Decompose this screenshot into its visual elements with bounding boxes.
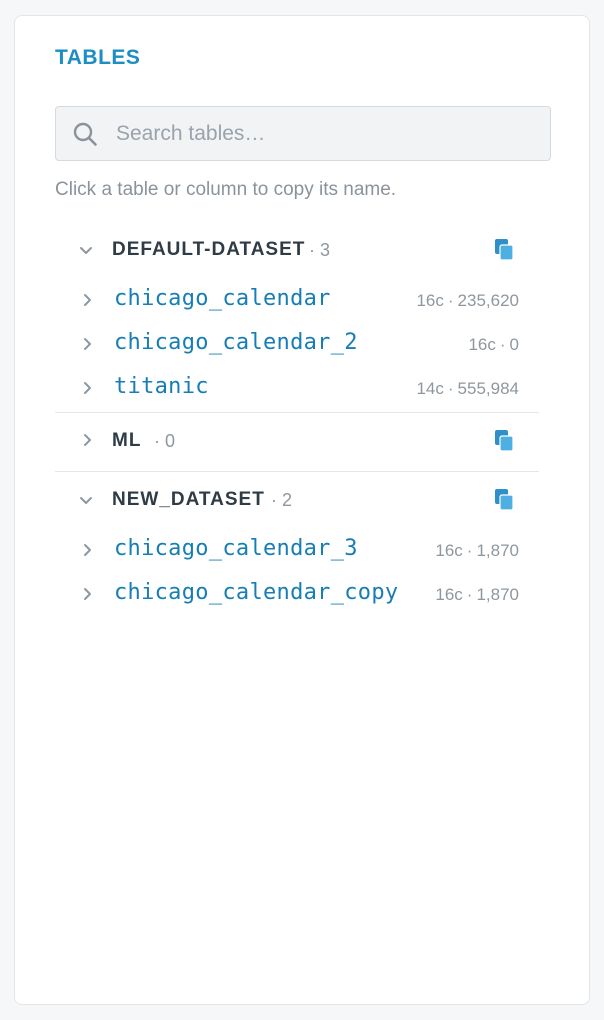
table-name[interactable]: chicago_calendar_3 (114, 536, 358, 561)
chevron-right-icon[interactable] (81, 337, 95, 351)
dataset-row-ml[interactable]: ML · 0 (55, 420, 539, 464)
dataset-name: NEW_DATASET (112, 489, 265, 510)
column-count: 16c (435, 585, 463, 604)
table-meta: 14c · 555,984 (416, 379, 519, 399)
table-row-titanic[interactable]: titanic 14c · 555,984 (55, 368, 539, 412)
chevron-right-icon[interactable] (81, 587, 95, 601)
column-count: 14c (416, 379, 444, 398)
dataset-count: · 0 (154, 431, 176, 451)
table-row-chicago-calendar-3[interactable]: chicago_calendar_3 16c · 1,870 (55, 530, 539, 574)
table-meta: 16c · 1,870 (435, 585, 519, 605)
divider (55, 471, 539, 472)
dataset-row-new-dataset[interactable]: NEW_DATASET · 2 (55, 479, 539, 523)
table-row-chicago-calendar[interactable]: chicago_calendar 16c · 235,620 (55, 280, 539, 324)
copy-icon[interactable] (495, 489, 515, 511)
divider (55, 412, 539, 413)
column-count: 16c (468, 335, 496, 354)
table-meta: 16c · 0 (468, 335, 519, 355)
dataset-count: · 3 (309, 240, 331, 260)
row-count: 235,620 (457, 291, 519, 310)
table-name[interactable]: chicago_calendar_2 (114, 330, 358, 355)
table-name[interactable]: chicago_calendar_copy (114, 580, 398, 605)
copy-hint: Click a table or column to copy its name… (55, 179, 397, 200)
table-row-chicago-calendar-copy[interactable]: chicago_calendar_copy 16c · 1,870 (55, 574, 539, 618)
meta-separator: · (447, 291, 454, 310)
column-count: 16c (435, 541, 463, 560)
search-icon (73, 122, 97, 146)
chevron-down-icon[interactable] (79, 244, 93, 258)
chevron-right-icon[interactable] (81, 293, 95, 307)
table-meta: 16c · 1,870 (435, 541, 519, 561)
table-name[interactable]: chicago_calendar (114, 286, 331, 311)
chevron-right-icon[interactable] (81, 543, 95, 557)
table-row-chicago-calendar-2[interactable]: chicago_calendar_2 16c · 0 (55, 324, 539, 368)
table-meta: 16c · 235,620 (416, 291, 519, 311)
copy-icon[interactable] (495, 430, 515, 452)
search-input[interactable] (116, 107, 536, 160)
table-name[interactable]: titanic (114, 374, 209, 399)
meta-separator: · (447, 379, 454, 398)
copy-icon[interactable] (495, 239, 515, 261)
row-count: 0 (509, 335, 519, 354)
dataset-name: DEFAULT-DATASET (112, 239, 306, 260)
dataset-row-default-dataset[interactable]: DEFAULT-DATASET · 3 (55, 229, 539, 273)
dataset-count: · 2 (271, 490, 293, 510)
search-box[interactable] (55, 106, 551, 161)
chevron-down-icon[interactable] (79, 494, 93, 508)
row-count: 1,870 (476, 541, 519, 560)
tables-panel: TABLES Click a table or column to copy i… (14, 15, 590, 1005)
row-count: 555,984 (457, 379, 519, 398)
row-count: 1,870 (476, 585, 519, 604)
meta-separator: · (466, 585, 473, 604)
chevron-right-icon[interactable] (81, 433, 95, 447)
chevron-right-icon[interactable] (81, 381, 95, 395)
column-count: 16c (416, 291, 444, 310)
meta-separator: · (466, 541, 473, 560)
dataset-name: ML (112, 430, 142, 451)
panel-title: TABLES (55, 46, 141, 69)
meta-separator: · (499, 335, 506, 354)
